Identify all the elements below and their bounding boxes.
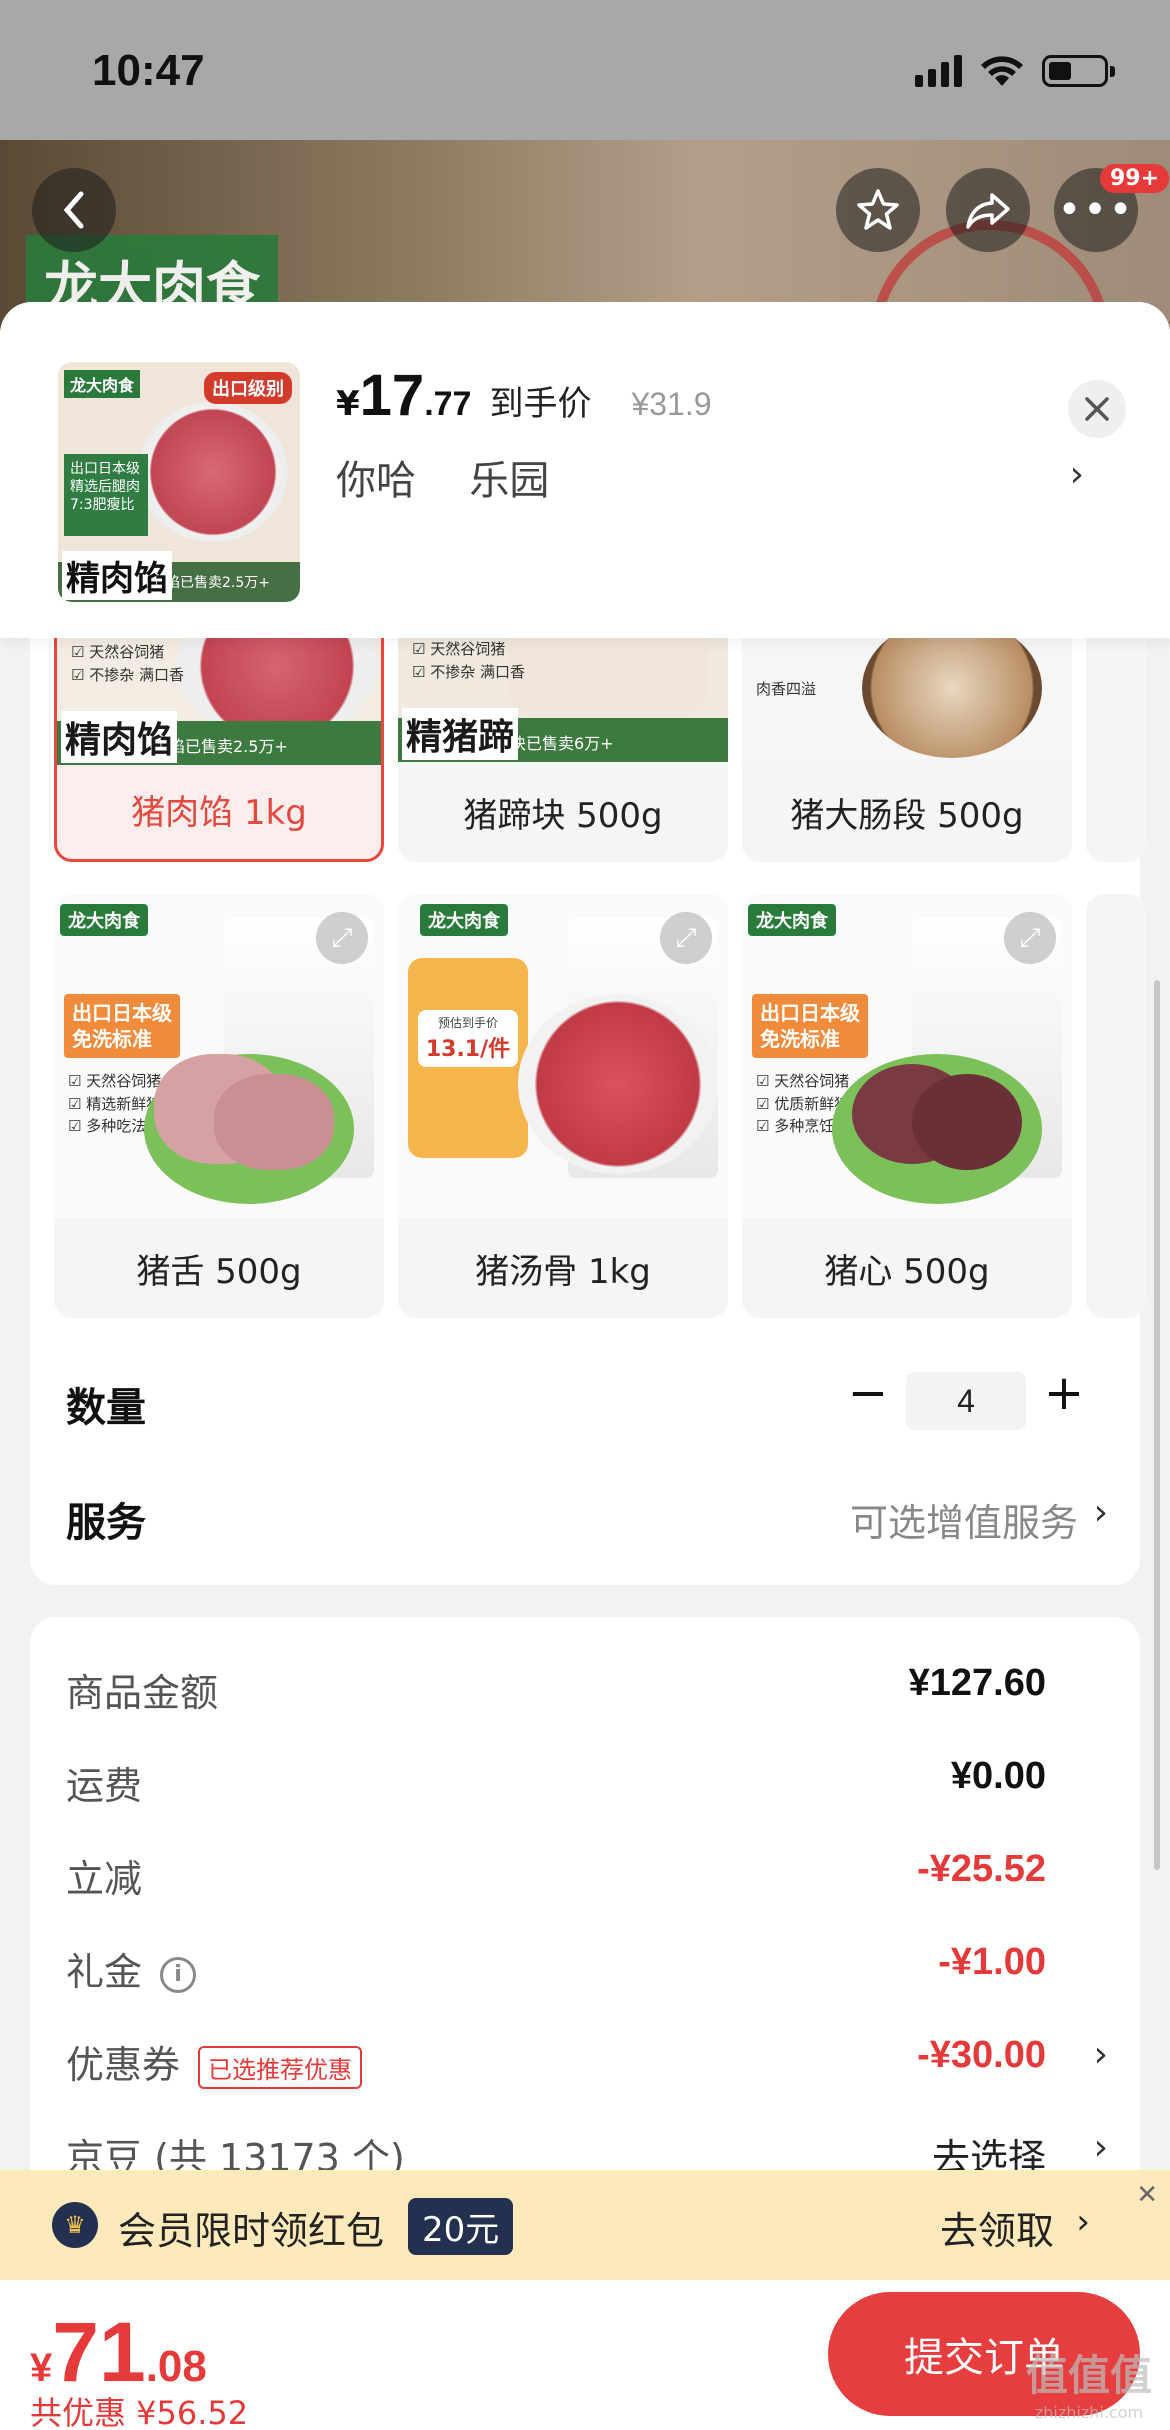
status-time: 10:47 [92, 46, 205, 95]
close-icon [1085, 397, 1109, 421]
shipping-value: ¥0.00 [950, 1755, 1046, 1797]
chevron-right-icon[interactable]: › [1070, 454, 1084, 495]
coupon-row[interactable]: 优惠券 已选推荐优惠 [66, 2034, 363, 2089]
service-label: 服务 [66, 1500, 146, 1546]
product-badge: 精猪蹄 [402, 708, 519, 760]
banner-text: 会员限时领红包 [118, 2209, 385, 2253]
quantity-decrease-button[interactable]: − [848, 1365, 888, 1421]
brand-logo: 龙大肉食 [748, 904, 836, 936]
gift-money-row: 礼金 i [66, 1941, 197, 1996]
banner-amount: 20元 [408, 2198, 514, 2255]
product-label: 猪大肠段 500g [790, 795, 1024, 836]
coupon-tag: 已选推荐优惠 [198, 2046, 363, 2089]
price-decimal: .77 [424, 385, 472, 423]
goods-amount-label: 商品金额 [66, 1671, 219, 1715]
coupon-value: -¥30.00 [917, 2034, 1046, 2076]
product-image: 龙大肉食 ⤢ 出口日本级 免洗标准 ☑ 天然谷饲猪 ☑ 优质新鲜猪心 ☑ 多种烹… [742, 894, 1072, 1218]
total-price: ¥ 71 .08 [30, 2304, 207, 2401]
product-row-2: 龙大肉食 ⤢ 出口日本级 免洗标准 ☑ 天然谷饲猪 ☑ 精选新鲜猪舌 ☑ 多种吃… [54, 894, 1146, 1318]
instant-discount-value: -¥25.52 [917, 1848, 1046, 1890]
product-image: 龙大肉食 ⤢ 出口日本级 免洗标准 ☑ 天然谷饲猪 ☑ 精选新鲜猪舌 ☑ 多种吃… [54, 894, 384, 1218]
message-badge: 99+ [1100, 164, 1170, 193]
quantity-label: 数量 [66, 1385, 146, 1431]
status-icons [915, 54, 1115, 88]
quantity-increase-button[interactable]: + [1042, 1365, 1086, 1421]
battery-icon [1042, 55, 1115, 87]
crown-icon: ♛ [52, 2202, 98, 2248]
signal-icon [915, 55, 962, 87]
gift-money-value: -¥1.00 [938, 1941, 1046, 1983]
product-label: 猪蹄块 500g [463, 795, 663, 836]
star-icon [857, 189, 899, 230]
chevron-right-icon[interactable]: › [1094, 2127, 1108, 2168]
scrollbar[interactable] [1154, 980, 1160, 1870]
total-currency: ¥ [30, 2346, 53, 2390]
favorite-button[interactable] [836, 168, 920, 252]
chevron-left-icon [63, 191, 84, 229]
product-thumbnail: 龙大肉食 出口级别 出口日本级 精选后腿肉 7:3肥瘦比 猪肉馅已售卖2.5万+… [58, 362, 300, 602]
close-button[interactable] [1068, 380, 1126, 438]
wifi-icon [981, 56, 1023, 86]
thumb-side-text: 出口日本级 精选后腿肉 7:3肥瘦比 [64, 454, 148, 536]
product-tile[interactable]: 龙大肉食 ⤢ 出口日本级 免洗标准 ☑ 天然谷饲猪 ☑ 精选新鲜猪舌 ☑ 多种吃… [54, 894, 384, 1318]
product-tile[interactable]: 龙大肉食 ⤢ 出口日本级 免洗标准 ☑ 天然谷饲猪 ☑ 优质新鲜猪心 ☑ 多种烹… [742, 894, 1072, 1318]
expand-icon[interactable]: ⤢ [316, 912, 368, 964]
product-summary: 龙大肉食 出口级别 出口日本级 精选后腿肉 7:3肥瘦比 猪肉馅已售卖2.5万+… [0, 302, 1170, 638]
thumb-tag: 出口级别 [204, 372, 292, 404]
back-button[interactable] [32, 168, 116, 252]
promo-badge: 出口日本级 免洗标准 [752, 994, 868, 1058]
thumb-big-text: 精肉馅 [62, 551, 172, 600]
coupon-label: 优惠券 [66, 2043, 181, 2087]
claim-link[interactable]: 去领取 [940, 2200, 1054, 2255]
price-label: 到手价 [489, 384, 592, 424]
expand-icon[interactable]: ⤢ [660, 912, 712, 964]
chevron-right-icon[interactable]: › [1076, 2202, 1090, 2242]
original-price: ¥31.9 [631, 386, 712, 422]
promo-badge: 出口日本级 免洗标准 [64, 994, 180, 1058]
total-savings: 共优惠 ¥56.52 [30, 2394, 249, 2430]
product-label: 猪肉馅 1kg [131, 792, 307, 833]
chevron-right-icon[interactable]: › [1094, 1492, 1108, 1533]
currency-symbol: ¥ [336, 384, 360, 424]
service-value[interactable]: 可选增值服务 [850, 1492, 1078, 1547]
expand-icon[interactable]: ⤢ [1004, 912, 1056, 964]
info-icon[interactable]: i [160, 1956, 197, 1993]
brand-logo: 龙大肉食 [420, 904, 508, 936]
gift-money-label: 礼金 [66, 1950, 143, 1994]
selected-spec[interactable]: 你哈 乐园 [336, 448, 549, 506]
product-label: 猪汤骨 1kg [475, 1251, 651, 1292]
instant-discount-label: 立减 [66, 1857, 143, 1901]
quantity-input[interactable]: 4 [906, 1372, 1026, 1430]
thumb-logo: 龙大肉食 [64, 370, 141, 398]
product-label: 猪舌 500g [136, 1251, 302, 1292]
watermark: 值值值 zhizhizhi.com [1025, 2351, 1152, 2422]
more-icon: ••• [1057, 187, 1135, 233]
promo-price: 13.1/件 [425, 1037, 511, 1062]
share-icon [966, 193, 1010, 229]
product-badge: 精肉馅 [61, 711, 178, 763]
product-label: 猪心 500g [824, 1251, 990, 1292]
goods-amount-value: ¥127.60 [908, 1662, 1046, 1704]
product-tile[interactable]: 龙大肉食 ⤢ 预估到手价 13.1/件 猪汤骨 1kg [398, 894, 728, 1318]
total-integer: 71 [52, 2305, 146, 2399]
price-row: ¥ 17 .77 到手价 ¥31.9 [336, 362, 712, 429]
brand-logo: 龙大肉食 [60, 904, 148, 936]
chevron-right-icon[interactable]: › [1094, 2034, 1108, 2075]
product-image: 龙大肉食 ⤢ 预估到手价 13.1/件 [398, 894, 728, 1218]
shipping-label: 运费 [66, 1764, 143, 1808]
close-icon[interactable]: ✕ [1136, 2180, 1158, 2210]
total-decimal: .08 [145, 2342, 207, 2391]
share-button[interactable] [946, 168, 1030, 252]
product-tile-partial[interactable] [1086, 894, 1146, 1318]
price-integer: 17 [359, 363, 425, 428]
checkout-bar: ¥ 71 .08 共优惠 ¥56.52 提交订单 [0, 2280, 1170, 2430]
member-banner[interactable]: ♛ 会员限时领红包 20元 去领取 › ✕ [0, 2170, 1170, 2280]
status-bar: 10:47 [0, 0, 1170, 140]
